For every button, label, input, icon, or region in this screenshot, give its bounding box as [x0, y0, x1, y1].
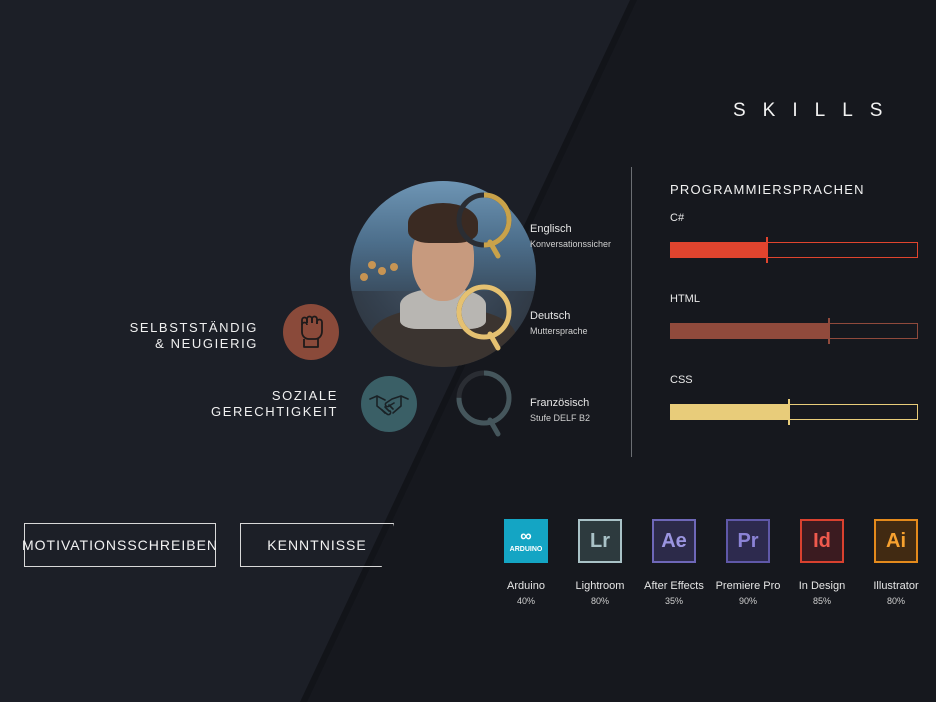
language-ring-franzoesisch: [456, 370, 512, 437]
app-abbr: Ae: [661, 529, 687, 552]
arduino-icon: ∞ ARDUINO: [504, 519, 548, 563]
bar-marker: [765, 237, 768, 263]
trait-line: GERECHTIGKEIT: [211, 404, 338, 419]
app-abbr: Lr: [590, 529, 610, 552]
app-abbr: Ai: [886, 529, 906, 552]
language-name: Französisch: [530, 397, 590, 409]
app-abbr: ARDUINO: [509, 545, 543, 553]
app-percentage: 80%: [886, 596, 905, 606]
bar-label-css: CSS: [670, 374, 693, 386]
language-ring-deutsch: [456, 284, 512, 351]
language-name: Deutsch: [530, 310, 571, 322]
language-name: Englisch: [530, 223, 572, 235]
after-effects-icon: Ae: [652, 519, 696, 563]
bar-fill: [671, 405, 790, 419]
bar-fill: [671, 324, 829, 338]
in-design-icon: Id: [800, 519, 844, 563]
vertical-divider: [631, 167, 632, 457]
handshake-icon: [361, 376, 417, 432]
bar-fill: [671, 243, 767, 257]
app-name: Illustrator: [873, 580, 919, 592]
app-abbr: Id: [813, 529, 831, 552]
bar-label-csharp: C#: [670, 212, 685, 224]
language-ring-englisch: [456, 192, 512, 259]
trait-line: SELBSTSTÄNDIG: [129, 320, 258, 335]
bar-label-html: HTML: [670, 293, 700, 305]
language-level: Muttersprache: [530, 326, 588, 336]
trait-soziale: SOZIALE GERECHTIGKEIT: [211, 388, 338, 420]
skill-bar-html: [670, 323, 918, 339]
section-title: SKILLS: [733, 100, 900, 121]
fist-icon: [283, 304, 339, 360]
skills-button[interactable]: KENNTNISSE: [240, 523, 394, 567]
language-level: Konversationssicher: [530, 239, 612, 249]
lightroom-icon: Lr: [578, 519, 622, 563]
trait-selbststaendig: SELBSTSTÄNDIG & NEUGIERIG: [130, 320, 258, 352]
illustrator-icon: Ai: [874, 519, 918, 563]
motivation-button[interactable]: MOTIVATIONSSCHREIBEN: [22, 523, 217, 567]
programming-title: PROGRAMMIERSPRACHEN: [670, 182, 865, 197]
skill-bar-css: [670, 404, 918, 420]
premiere-pro-icon: Pr: [726, 519, 770, 563]
app-abbr: Pr: [737, 529, 759, 552]
language-level: Stufe DELF B2: [530, 413, 591, 423]
skill-bar-csharp: [670, 242, 918, 258]
bar-marker: [788, 399, 791, 425]
bar-marker: [827, 318, 830, 344]
trait-line: SOZIALE: [271, 388, 338, 403]
trait-line: & NEUGIERIG: [155, 336, 258, 351]
language-ring-arc: [456, 284, 512, 340]
